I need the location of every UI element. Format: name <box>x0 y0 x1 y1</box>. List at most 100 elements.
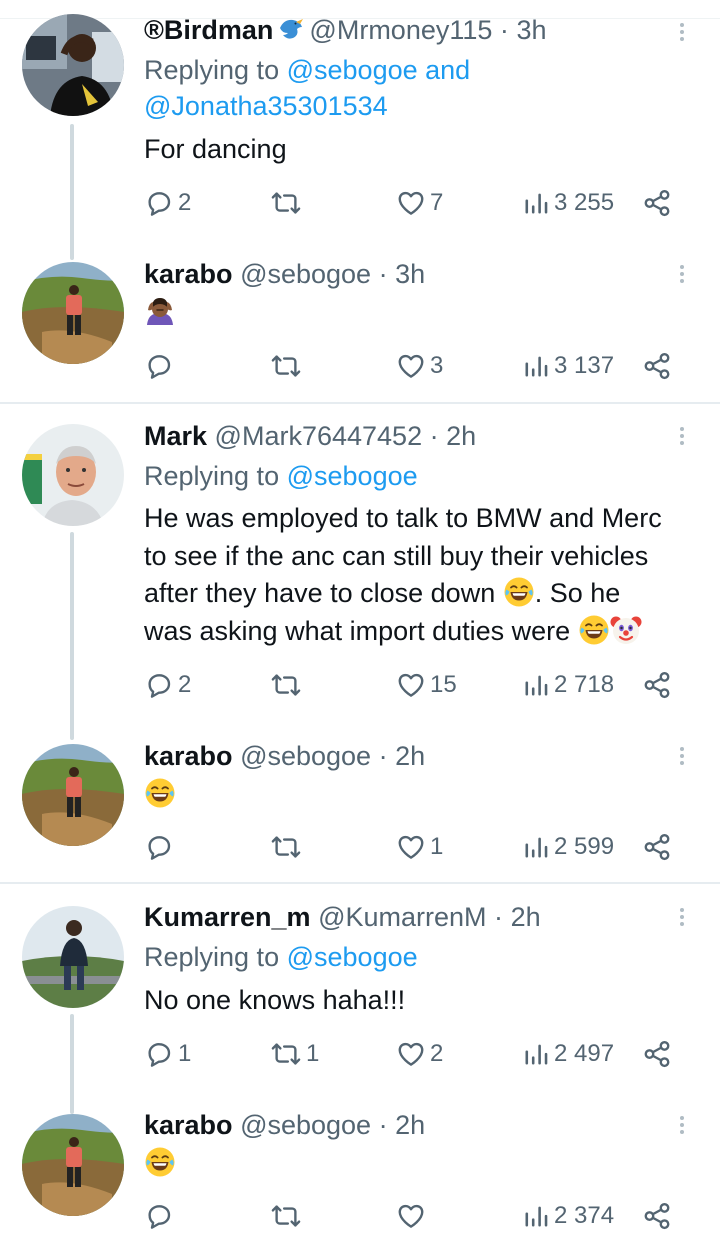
dot-separator: · <box>429 421 439 451</box>
reply-button[interactable] <box>144 346 178 386</box>
more-options-icon[interactable] <box>678 744 686 768</box>
bird-emoji-icon <box>277 17 305 41</box>
display-name[interactable]: karabo <box>144 259 233 289</box>
more-options-icon[interactable] <box>678 424 686 448</box>
timestamp[interactable]: 2h <box>395 741 425 771</box>
timestamp[interactable]: 2h <box>511 902 541 932</box>
display-name[interactable]: karabo <box>144 741 233 771</box>
heart-icon <box>396 351 426 381</box>
reply-button[interactable]: 1 <box>144 1034 191 1074</box>
reply-button[interactable] <box>144 827 178 867</box>
views-button[interactable]: 2 497 <box>522 1034 614 1074</box>
handle[interactable]: @Mrmoney115 <box>309 15 492 45</box>
retweet-button[interactable] <box>270 346 306 386</box>
retweet-button[interactable] <box>270 665 306 705</box>
views-button[interactable]: 3 137 <box>522 346 614 386</box>
replying-to-label: Replying to <box>144 942 280 972</box>
views-icon <box>522 833 550 861</box>
tweet-text: He was employed to talk to BMW and Merc … <box>144 500 700 650</box>
views-button[interactable]: 3 255 <box>522 183 614 223</box>
reply-button[interactable]: 2 <box>144 183 191 223</box>
tweet-header: ®Birdman @Mrmoney115 · 3h <box>144 14 546 46</box>
thread-connector-line <box>70 1014 74 1114</box>
share-icon <box>642 188 672 218</box>
more-options-icon[interactable] <box>678 1113 686 1137</box>
timestamp[interactable]: 3h <box>516 15 546 45</box>
tweet-text: For dancing <box>144 134 287 164</box>
share-button[interactable] <box>642 346 672 386</box>
reply-count: 1 <box>178 1040 192 1067</box>
like-count: 3 <box>430 352 444 379</box>
like-button[interactable]: 1 <box>396 827 443 867</box>
avatar[interactable] <box>22 906 124 1008</box>
handle[interactable]: @KumarrenM <box>318 902 486 932</box>
face-with-tears-of-joy-emoji-icon <box>144 777 176 809</box>
like-button[interactable]: 7 <box>396 183 443 223</box>
more-options-icon[interactable] <box>678 905 686 929</box>
reply-button[interactable] <box>144 1196 178 1236</box>
like-button[interactable]: 15 <box>396 665 457 705</box>
views-icon <box>522 189 550 217</box>
tweet-header: karabo @sebogoe · 2h <box>144 740 425 772</box>
views-button[interactable]: 2 374 <box>522 1196 614 1236</box>
reply-button[interactable]: 2 <box>144 665 191 705</box>
display-name[interactable]: ®Birdman <box>144 15 273 45</box>
retweet-icon <box>270 351 302 381</box>
view-count: 3 255 <box>554 189 615 216</box>
replying-to: Replying to @sebogoe <box>144 939 418 975</box>
timestamp[interactable]: 3h <box>395 259 425 289</box>
share-button[interactable] <box>642 1034 672 1074</box>
mention-link[interactable]: @sebogoe <box>287 461 418 491</box>
handle[interactable]: @sebogoe <box>240 259 371 289</box>
avatar[interactable] <box>22 424 124 526</box>
share-button[interactable] <box>642 827 672 867</box>
retweet-button[interactable] <box>270 1196 306 1236</box>
thread-connector-line <box>70 532 74 740</box>
views-button[interactable]: 2 718 <box>522 665 614 705</box>
share-icon <box>642 670 672 700</box>
mention-link[interactable]: @sebogoe <box>287 55 418 85</box>
tweet-text-segment: . So he <box>534 578 621 608</box>
reply-icon <box>144 188 174 218</box>
more-options-icon[interactable] <box>678 20 686 44</box>
retweet-button[interactable] <box>270 183 306 223</box>
replying-to: Replying to @sebogoe and <box>144 52 470 88</box>
like-button[interactable]: 2 <box>396 1034 443 1074</box>
tweet-header: Kumarren_m @KumarrenM · 2h <box>144 901 541 933</box>
share-button[interactable] <box>642 665 672 705</box>
mention-link[interactable]: @sebogoe <box>287 942 418 972</box>
handle[interactable]: @Mark76447452 <box>215 421 423 451</box>
display-name[interactable]: Mark <box>144 421 207 451</box>
mention-link[interactable]: @Jonatha35301534 <box>144 91 388 121</box>
face-with-tears-of-joy-emoji-icon <box>144 1146 176 1178</box>
view-count: 3 137 <box>554 352 615 379</box>
view-count: 2 718 <box>554 671 615 698</box>
handle[interactable]: @sebogoe <box>240 741 371 771</box>
views-button[interactable]: 2 599 <box>522 827 614 867</box>
mention-conjunction: and <box>425 55 471 85</box>
share-button[interactable] <box>642 183 672 223</box>
timestamp[interactable]: 2h <box>395 1110 425 1140</box>
avatar[interactable] <box>22 14 124 116</box>
avatar[interactable] <box>22 262 124 364</box>
avatar[interactable] <box>22 1114 124 1216</box>
heart-icon <box>396 670 426 700</box>
more-options-icon[interactable] <box>678 262 686 286</box>
display-name[interactable]: karabo <box>144 1110 233 1140</box>
like-button[interactable] <box>396 1196 430 1236</box>
retweet-button[interactable] <box>270 827 306 867</box>
share-button[interactable] <box>642 1196 672 1236</box>
like-button[interactable]: 3 <box>396 346 443 386</box>
avatar[interactable] <box>22 744 124 846</box>
reply-count: 2 <box>178 671 192 698</box>
tweet-actions: 2 374 <box>144 1196 684 1236</box>
dot-separator: · <box>494 902 504 932</box>
view-count: 2 599 <box>554 833 615 860</box>
retweet-icon <box>270 670 302 700</box>
tweet-actions: 2 7 3 255 <box>144 183 684 223</box>
display-name[interactable]: Kumarren_m <box>144 902 311 932</box>
handle[interactable]: @sebogoe <box>240 1110 371 1140</box>
tweet-text-segment: after they have to close down <box>144 578 496 608</box>
timestamp[interactable]: 2h <box>446 421 476 451</box>
retweet-button[interactable]: 1 <box>270 1034 319 1074</box>
